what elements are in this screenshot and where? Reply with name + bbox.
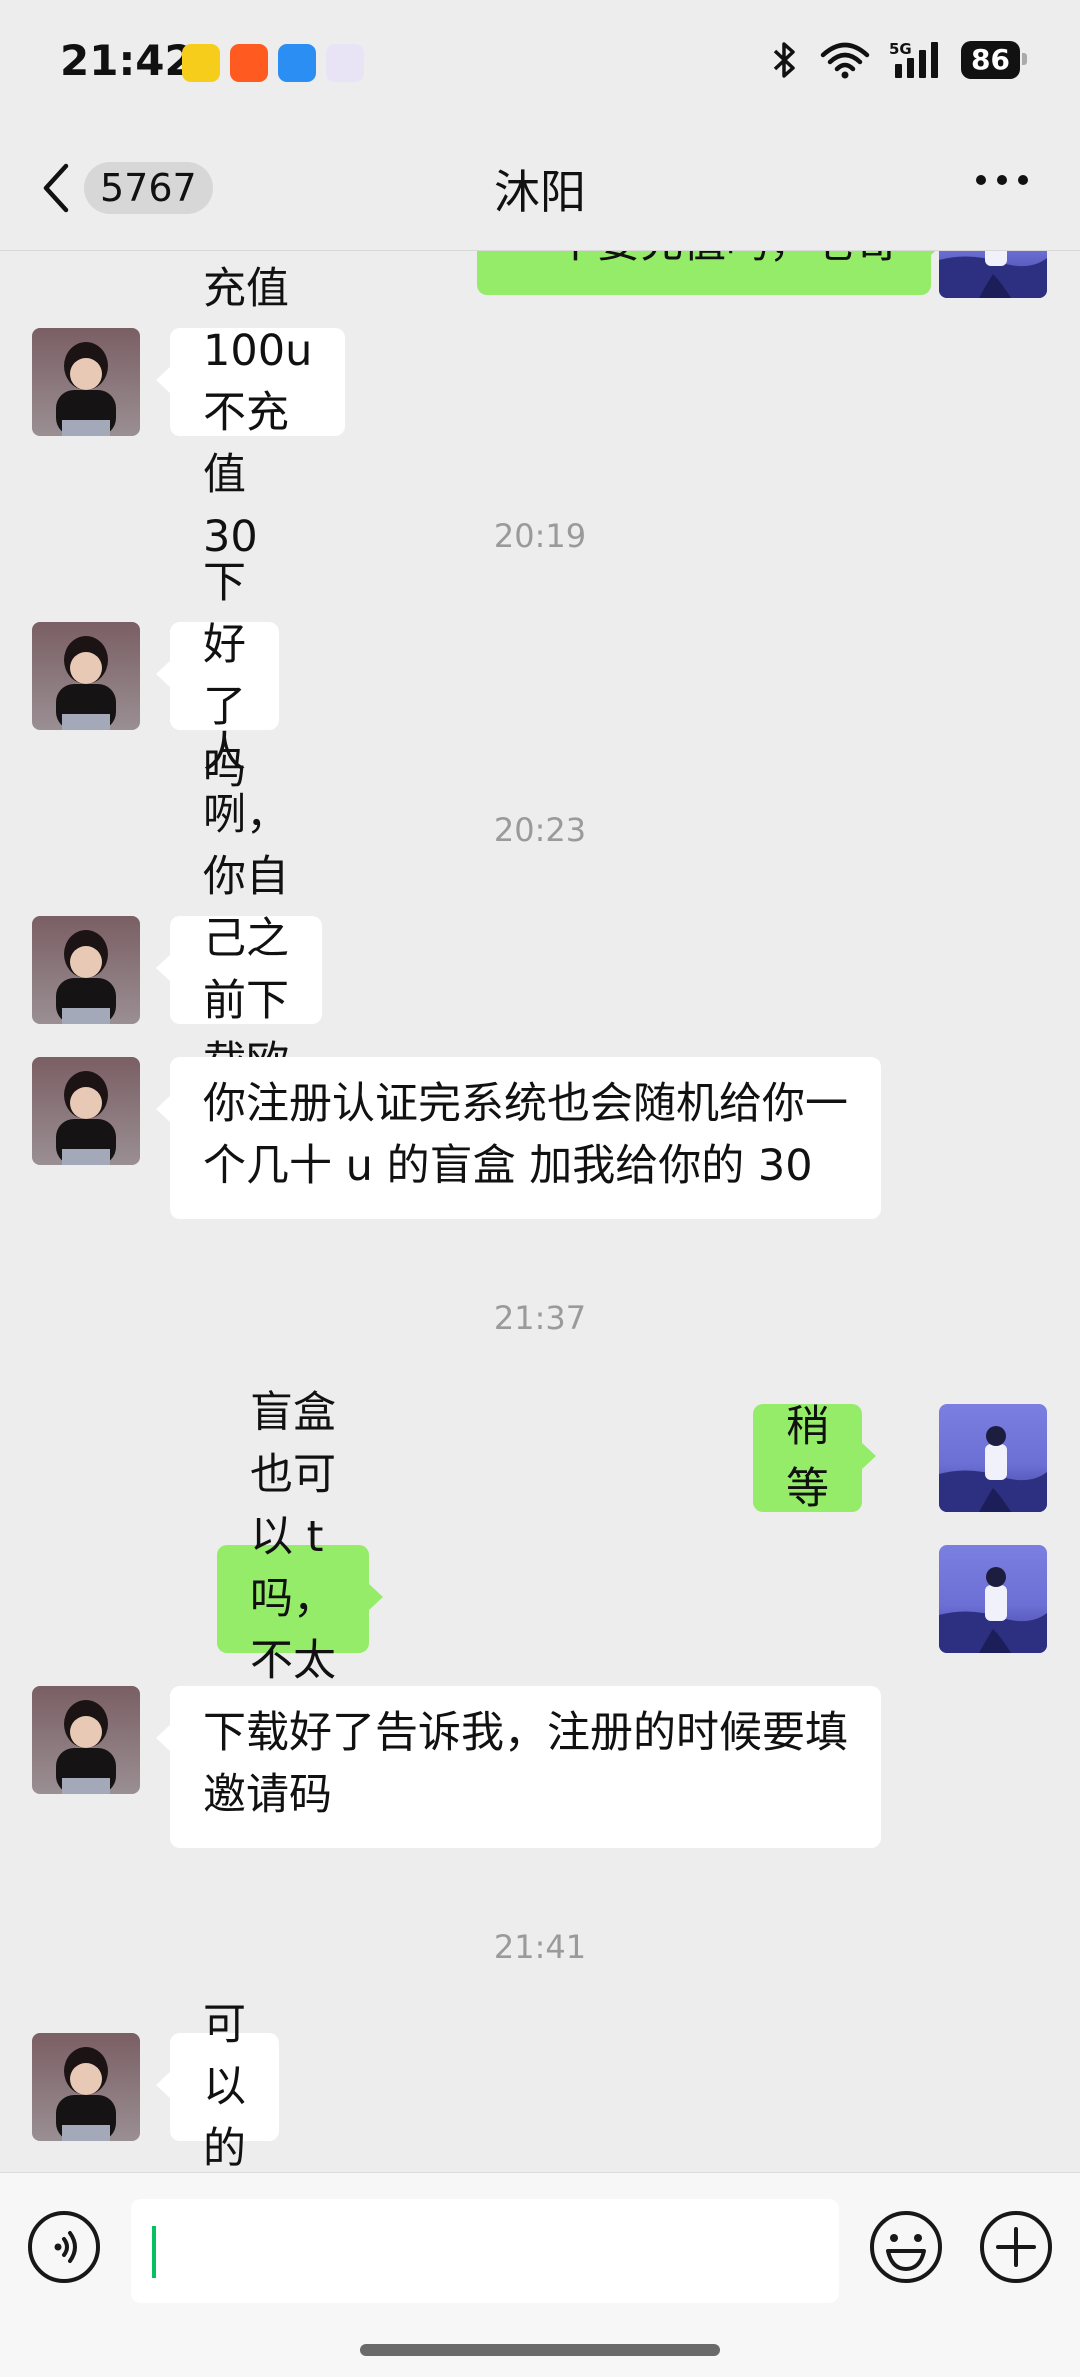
message-bubble[interactable]: 人咧，你自己之前下载欧易没? — [156, 728, 322, 1212]
message-text-line: 邀请码 — [203, 1770, 332, 1820]
contact-avatar[interactable] — [32, 1686, 140, 1794]
avatar-boy-sea-image — [939, 1404, 1047, 1512]
timestamp: 20:23 — [493, 811, 587, 849]
home-indicator[interactable] — [360, 2344, 720, 2356]
message-bubble[interactable]: 可以的 — [156, 2000, 279, 2171]
emoji-icon — [870, 2211, 942, 2283]
unread-count-badge: 5767 — [84, 162, 213, 214]
voice-input-button[interactable] — [28, 2211, 100, 2283]
avatar-boy-sea-image — [939, 1545, 1047, 1653]
voice-icon — [54, 2231, 77, 2263]
message-text-line: 你注册认证完系统也会随机给你一 — [203, 1079, 848, 1129]
message-text: 稍等 — [786, 1402, 829, 1514]
message-bubble[interactable]: 下好了吗 — [156, 558, 279, 794]
message-input[interactable] — [131, 2199, 839, 2303]
purple-app-icon — [326, 44, 364, 82]
battery-level: 86 — [961, 41, 1027, 79]
avatar-boy-sea-image — [939, 251, 1047, 298]
my-avatar[interactable] — [939, 1404, 1047, 1512]
message-list[interactable]: 不要充值吗，老哥 需要充值 100u 不充值 30 — [0, 251, 1080, 2171]
more-actions-button[interactable] — [978, 2209, 1054, 2289]
system-icons: 5G 86 — [769, 40, 1027, 80]
wifi-icon — [820, 42, 870, 79]
network-label: 5G — [889, 40, 912, 58]
message-bubble[interactable]: 你注册认证完系统也会随机给你一 个几十 u 的盲盒 加我给你的 30 — [156, 1057, 881, 1219]
timestamp: 21:37 — [493, 1299, 587, 1337]
avatar-child-image — [32, 916, 140, 1024]
bluetooth-icon — [773, 42, 795, 78]
text-cursor — [152, 2226, 156, 2278]
avatar-child-image — [32, 622, 140, 730]
timestamp: 20:19 — [493, 517, 587, 555]
my-avatar[interactable] — [939, 251, 1047, 298]
avatar-child-image — [32, 1686, 140, 1794]
my-avatar[interactable] — [939, 1545, 1047, 1653]
more-options-button[interactable] — [974, 172, 1030, 192]
cellular-5g-icon: 5G — [889, 40, 939, 78]
more-dots-icon — [976, 175, 1028, 185]
message-bubble[interactable]: 需要充值 100u 不充值 30 — [155, 251, 346, 562]
notification-app-icons — [182, 44, 364, 82]
avatar-child-image — [32, 328, 140, 436]
timestamp: 21:41 — [493, 1928, 587, 1966]
chat-header: 沐阳 5767 — [0, 126, 1080, 251]
contact-avatar[interactable] — [32, 916, 140, 1024]
message-bubble[interactable]: 盲盒也可以 t 吗，不太懂这玩意 — [217, 1388, 383, 1810]
message-text-line: 下载好了告诉我，注册的时候要填 — [203, 1708, 848, 1758]
yellow-app-icon — [182, 44, 220, 82]
contact-avatar[interactable] — [32, 2033, 140, 2141]
avatar-child-image — [32, 1057, 140, 1165]
blue-browser-icon — [278, 44, 316, 82]
message-bubble[interactable]: 稍等 — [753, 1402, 876, 1514]
contact-avatar[interactable] — [32, 622, 140, 730]
message-bubble[interactable]: 下载好了告诉我，注册的时候要填 邀请码 — [156, 1686, 881, 1848]
message-text: 可以的 — [203, 2000, 246, 2171]
contact-avatar[interactable] — [32, 1057, 140, 1165]
back-button[interactable]: 5767 — [36, 160, 213, 216]
status-bar: 21:42 5G 86 — [0, 0, 1080, 126]
orange-app-icon — [230, 44, 268, 82]
contact-avatar[interactable] — [32, 328, 140, 436]
chevron-left-icon — [43, 163, 69, 213]
status-time: 21:42 — [60, 36, 194, 85]
emoji-button[interactable] — [868, 2209, 944, 2289]
message-bubble[interactable]: 不要充值吗，老哥 — [477, 251, 945, 295]
input-bar — [0, 2172, 1080, 2377]
message-text: 不要充值吗，老哥 — [554, 251, 898, 274]
avatar-child-image — [32, 2033, 140, 2141]
plus-icon — [980, 2211, 1052, 2283]
message-text-line: 个几十 u 的盲盒 加我给你的 30 — [203, 1141, 813, 1191]
